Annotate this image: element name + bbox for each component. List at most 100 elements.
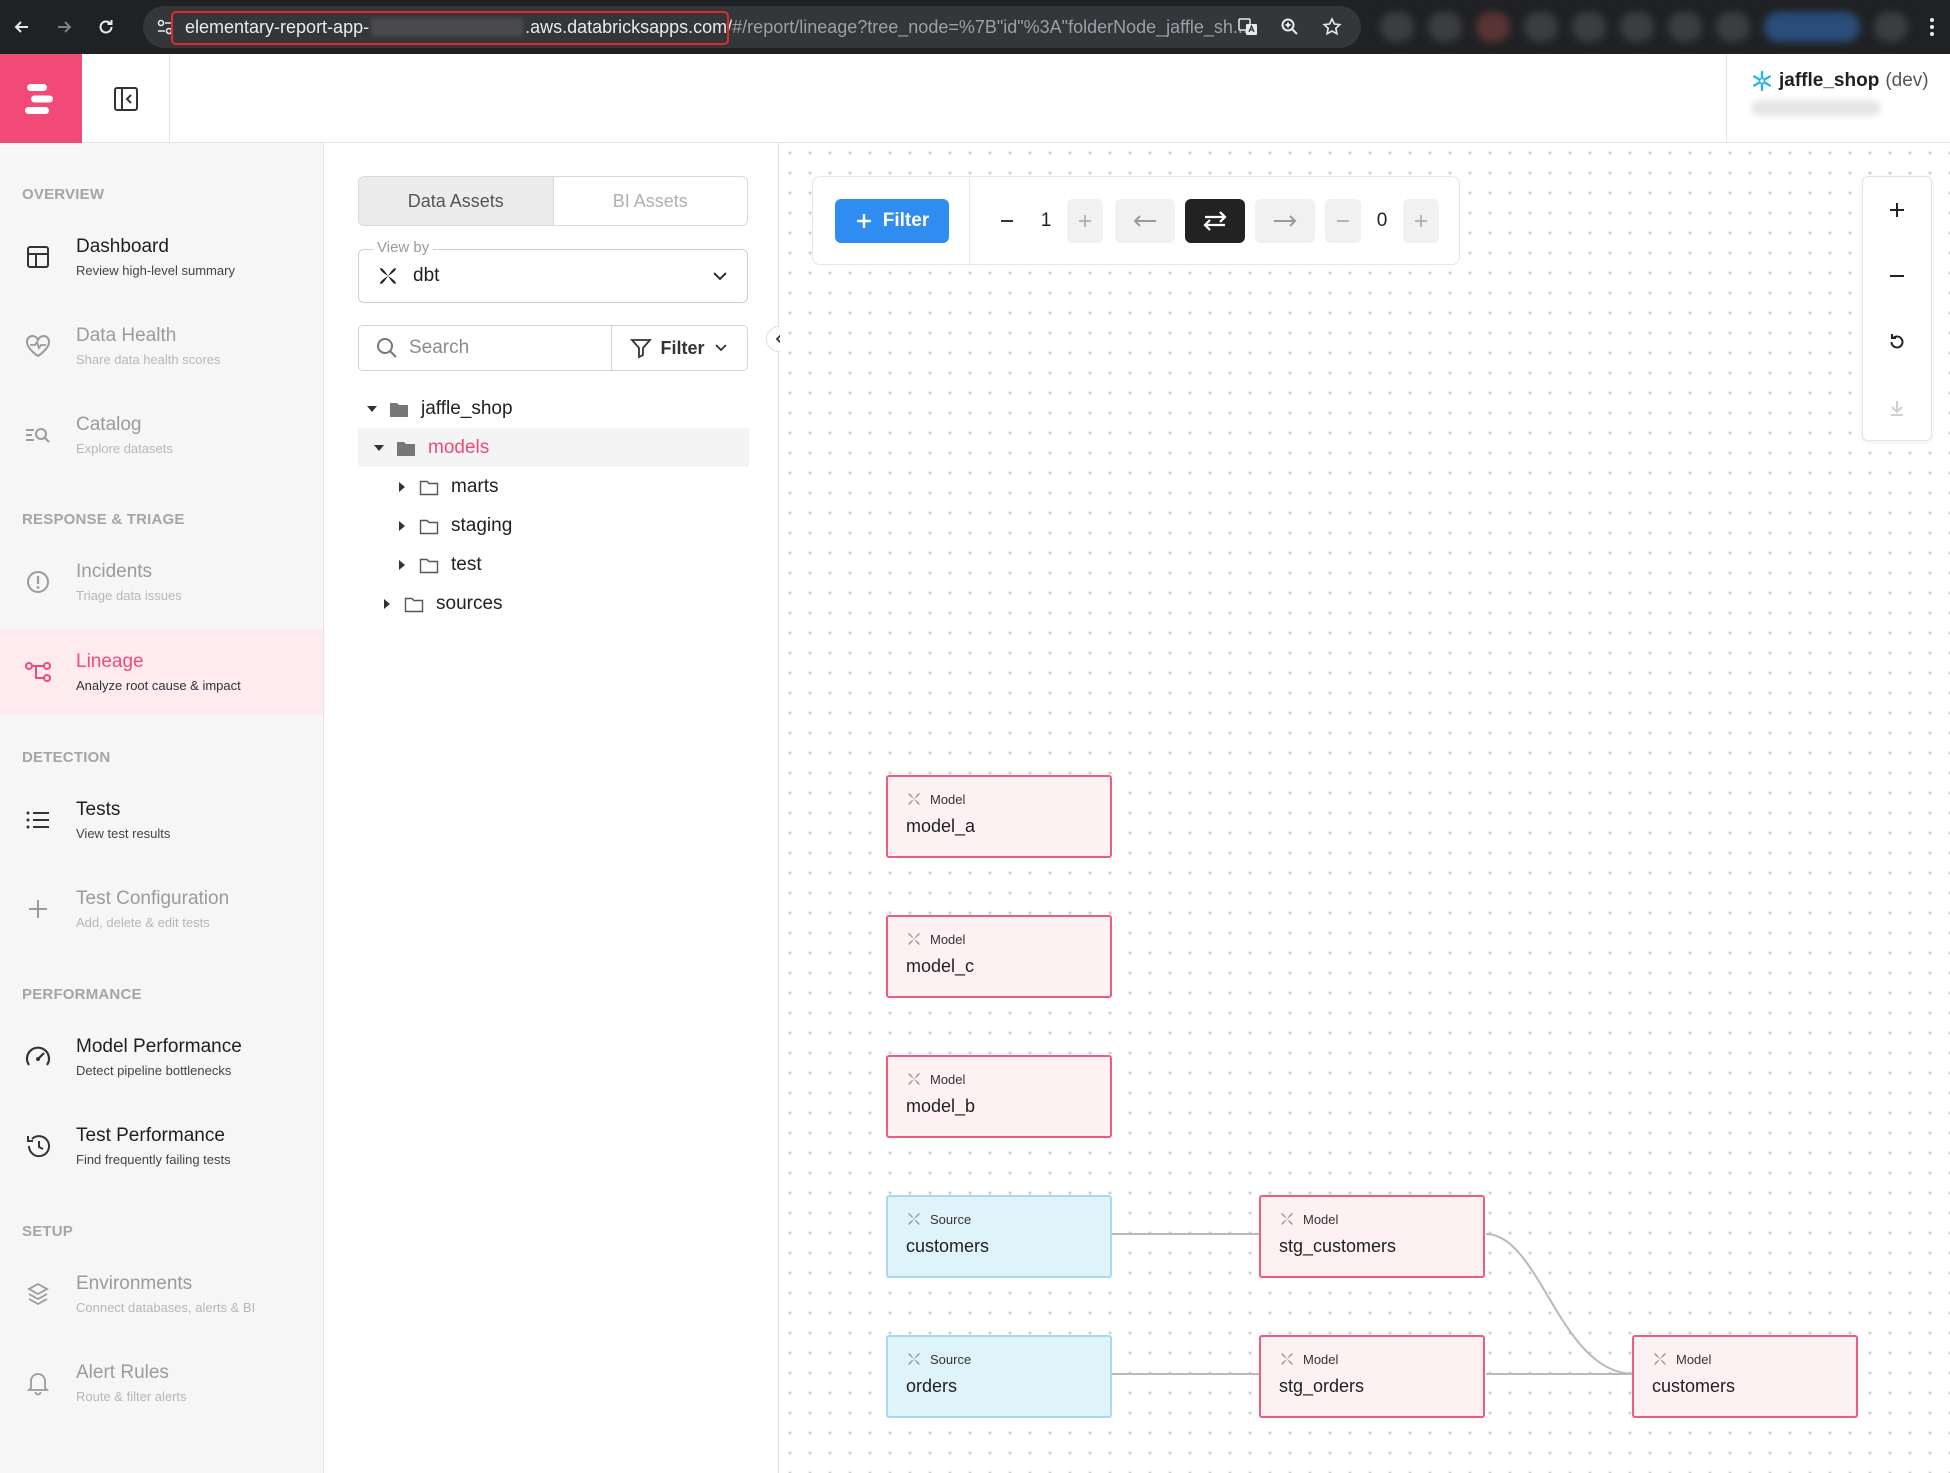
sidebar-item-label: Tests	[76, 799, 121, 820]
environment-selector[interactable]: jaffle_shop (dev)	[1726, 54, 1950, 143]
address-bar[interactable]: elementary-report-app- .aws.databricksap…	[143, 6, 1361, 48]
lineage-canvas[interactable]: Filter 1 0 Model model_a Model model_c M…	[780, 143, 1950, 1473]
caret-right-icon[interactable]	[380, 598, 394, 610]
lineage-node-model-c[interactable]: Model model_c	[886, 915, 1112, 998]
tree-node-test[interactable]: test	[365, 545, 749, 584]
asset-tree-panel: Data Assets BI Assets View by dbt Filter	[325, 143, 779, 1473]
node-name: customers	[906, 1236, 990, 1256]
sidebar-item-test-configuration[interactable]: Test Configuration Add, delete & edit te…	[0, 866, 323, 952]
sidebar-item-dashboard[interactable]: Dashboard Review high-level summary	[0, 214, 323, 300]
sidebar-item-sublabel: Analyze root cause & impact	[76, 678, 241, 693]
sidebar: OVERVIEW Dashboard Review high-level sum…	[0, 143, 324, 1473]
node-name: model_a	[906, 816, 976, 836]
environment-tag: (dev)	[1885, 70, 1929, 91]
tree-node-staging[interactable]: staging	[365, 506, 749, 545]
sidebar-item-label: Data Health	[76, 325, 177, 346]
tree-filter-button[interactable]: Filter	[612, 326, 747, 370]
dbt-node-icon	[1279, 1211, 1295, 1227]
lineage-node-customers[interactable]: Model customers	[1632, 1335, 1858, 1418]
caret-down-icon[interactable]	[365, 403, 379, 415]
url-path: #/report/lineage?tree_node=%7B"id"%3A"fo…	[732, 16, 1248, 37]
url-text: elementary-report-app- .aws.databricksap…	[185, 6, 1248, 48]
bookmark-star-icon[interactable]	[1313, 8, 1351, 46]
tree-node-label: staging	[451, 514, 513, 536]
node-type-label: Model	[930, 931, 966, 947]
caret-right-icon[interactable]	[395, 481, 409, 493]
forward-icon[interactable]	[44, 7, 84, 47]
dbt-node-icon	[1652, 1351, 1668, 1367]
sidebar-item-environments[interactable]: Environments Connect databases, alerts &…	[0, 1251, 323, 1337]
sidebar-item-label: Dashboard	[76, 236, 169, 257]
zoom-icon[interactable]	[1271, 8, 1309, 46]
sidebar-item-label: Alert Rules	[76, 1362, 169, 1383]
sidebar-item-label: Incidents	[76, 561, 153, 582]
lineage-node-source-orders[interactable]: Source orders	[886, 1335, 1112, 1418]
reload-icon[interactable]	[86, 7, 126, 47]
tree-node-sources[interactable]: sources	[365, 584, 749, 623]
caret-down-icon[interactable]	[372, 442, 386, 454]
caret-right-icon[interactable]	[395, 520, 409, 532]
view-by-value: dbt	[413, 265, 440, 286]
dbt-node-icon	[906, 1211, 922, 1227]
node-type-label: Source	[930, 1211, 972, 1227]
node-type-label: Model	[1303, 1351, 1339, 1367]
chevron-down-icon	[711, 267, 729, 285]
caret-right-icon[interactable]	[395, 559, 409, 571]
tree-node-label: test	[451, 553, 482, 575]
search-input[interactable]	[409, 337, 559, 359]
view-by-select[interactable]: View by dbt	[358, 239, 748, 303]
tree-node-marts[interactable]: marts	[365, 467, 749, 506]
folder-outline-icon	[419, 517, 439, 535]
browser-menu-icon[interactable]	[1925, 12, 1939, 42]
url-redacted	[371, 18, 524, 36]
section-overview: OVERVIEW	[22, 186, 105, 203]
sidebar-item-data-health[interactable]: Data Health Share data health scores	[0, 303, 323, 389]
lineage-node-stg-customers[interactable]: Model stg_customers	[1259, 1195, 1485, 1278]
sidebar-collapse-icon[interactable]	[82, 54, 170, 143]
node-name: stg_orders	[1279, 1376, 1365, 1396]
url-host-start: elementary-report-app-	[185, 16, 370, 37]
sidebar-item-sublabel: Connect databases, alerts & BI	[76, 1300, 256, 1315]
search-icon	[375, 336, 399, 360]
environment-subtitle-redacted	[1751, 100, 1881, 116]
lineage-node-model-a[interactable]: Model model_a	[886, 775, 1112, 858]
folder-icon	[389, 400, 409, 418]
lineage-node-model-b[interactable]: Model model_b	[886, 1055, 1112, 1138]
lineage-icon	[0, 659, 76, 685]
sidebar-item-sublabel: View test results	[76, 826, 171, 841]
elementary-logo[interactable]	[0, 54, 82, 143]
tree-node-models[interactable]: models	[358, 428, 749, 467]
edge-stg-customers-customers	[1485, 1233, 1635, 1375]
tree-node-label: marts	[451, 475, 499, 497]
back-icon[interactable]	[2, 7, 42, 47]
layers-icon	[0, 1281, 76, 1307]
lineage-node-stg-orders[interactable]: Model stg_orders	[1259, 1335, 1485, 1418]
node-type-label: Model	[1676, 1351, 1712, 1367]
node-name: model_b	[906, 1096, 976, 1116]
sidebar-item-alert-rules[interactable]: Alert Rules Route & filter alerts	[0, 1340, 323, 1426]
tree-node-jaffle-shop[interactable]: jaffle_shop	[365, 389, 749, 428]
tree-search-bar: Filter	[358, 325, 748, 371]
section-response-triage: RESPONSE & TRIAGE	[22, 511, 185, 528]
sidebar-item-incidents[interactable]: Incidents Triage data issues	[0, 539, 323, 625]
layout-icon	[0, 244, 76, 270]
node-name: model_c	[906, 956, 975, 976]
sidebar-item-lineage[interactable]: Lineage Analyze root cause & impact	[0, 629, 323, 715]
tab-bi-assets[interactable]: BI Assets	[553, 177, 747, 225]
site-info-icon[interactable]	[145, 7, 185, 47]
sidebar-item-catalog[interactable]: Catalog Explore datasets	[0, 392, 323, 478]
sidebar-item-model-performance[interactable]: Model Performance Detect pipeline bottle…	[0, 1014, 323, 1100]
sidebar-item-tests[interactable]: Tests View test results	[0, 777, 323, 863]
translate-icon[interactable]	[1229, 8, 1267, 46]
list-icon	[0, 809, 76, 831]
sidebar-item-sublabel: Explore datasets	[76, 441, 173, 456]
node-name: stg_customers	[1279, 1236, 1397, 1256]
tab-data-assets[interactable]: Data Assets	[359, 177, 554, 225]
sidebar-item-label: Test Configuration	[76, 888, 230, 909]
lineage-node-source-customers[interactable]: Source customers	[886, 1195, 1112, 1278]
sidebar-item-sublabel: Add, delete & edit tests	[76, 915, 210, 930]
sidebar-item-test-performance[interactable]: Test Performance Find frequently failing…	[0, 1103, 323, 1189]
dbt-node-icon	[1279, 1351, 1295, 1367]
dbt-node-icon	[906, 791, 922, 807]
dbt-node-icon	[906, 1071, 922, 1087]
